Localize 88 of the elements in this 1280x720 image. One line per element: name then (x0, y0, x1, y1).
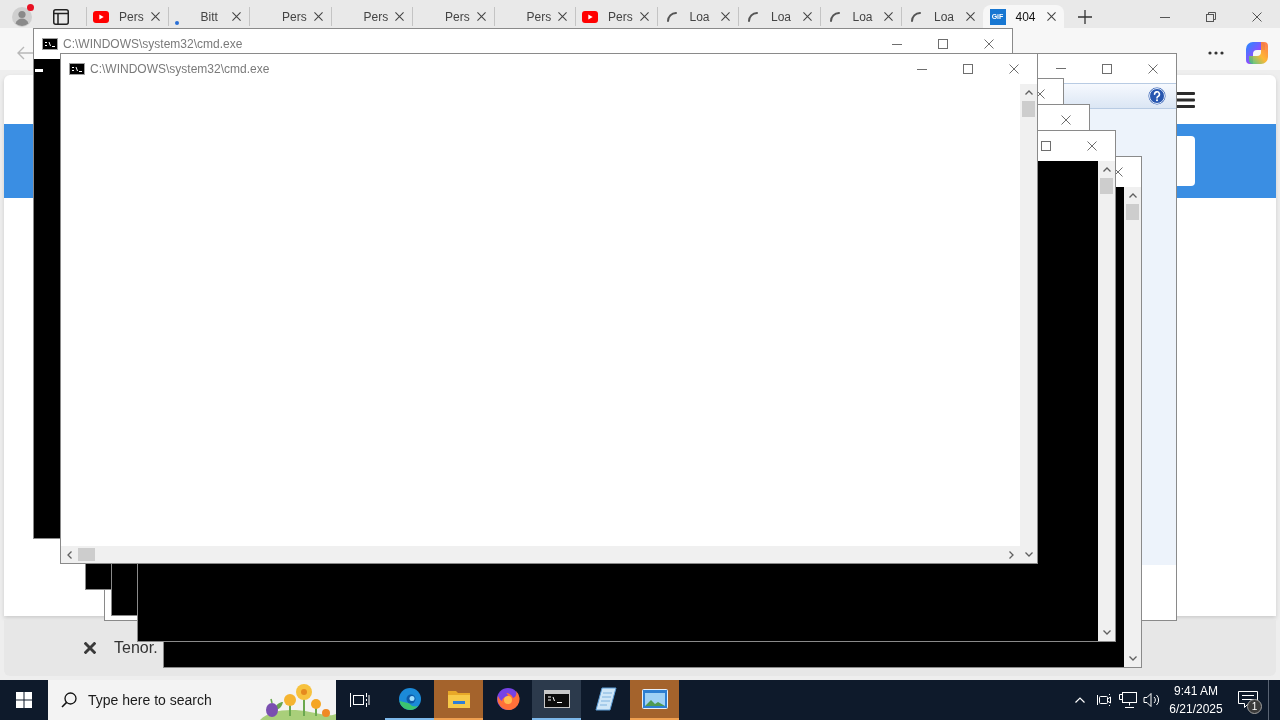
notepad-icon (594, 687, 617, 711)
scrollbar-thumb[interactable] (1100, 178, 1113, 194)
minimize-icon[interactable] (917, 68, 927, 70)
close-icon[interactable] (1087, 141, 1097, 151)
clock-time: 9:41 AM (1174, 683, 1218, 700)
spinner-icon (666, 11, 677, 22)
search-field[interactable]: Type here to search (48, 680, 336, 720)
close-icon[interactable] (150, 12, 160, 21)
speaker-icon[interactable] (1143, 692, 1161, 708)
console-icon (42, 38, 58, 50)
spinner-icon (829, 11, 840, 22)
vertical-scrollbar[interactable] (1098, 161, 1115, 641)
flame-globe-icon (495, 687, 520, 711)
close-icon[interactable] (558, 12, 567, 21)
close-icon[interactable] (965, 12, 975, 21)
maximize-icon[interactable] (938, 39, 948, 49)
browser-tab[interactable]: Pers (330, 5, 412, 28)
browser-tab[interactable]: Loa (656, 5, 738, 28)
spinner-icon (748, 11, 758, 22)
maximize-icon[interactable] (1102, 63, 1112, 74)
close-icon[interactable] (1009, 64, 1019, 74)
browser-tab[interactable]: Pers (575, 5, 657, 28)
browser-tab[interactable]: Pers (412, 5, 494, 28)
browser-tab[interactable]: Bitt (167, 5, 249, 28)
profile-avatar-icon[interactable] (12, 7, 32, 27)
network-icon[interactable] (1119, 692, 1137, 708)
swirl-browser-icon (397, 687, 422, 711)
close-icon[interactable] (232, 12, 241, 21)
close-icon[interactable] (313, 12, 323, 21)
clock-date: 6/21/2025 (1169, 701, 1223, 718)
windows-logo-icon[interactable] (16, 692, 32, 708)
close-icon[interactable] (476, 12, 486, 21)
browser-tab[interactable]: Loa (819, 5, 901, 28)
browser-tab[interactable]: Pers (249, 5, 331, 28)
browser-tab[interactable]: Pers (493, 5, 575, 28)
gradient-logo-icon[interactable] (1245, 41, 1269, 65)
minimize-icon[interactable] (892, 43, 902, 45)
notification-icon[interactable] (1238, 691, 1258, 709)
close-icon[interactable] (1047, 12, 1056, 21)
bottom-bar-text: Tenor. (114, 638, 158, 658)
more-icon[interactable] (1208, 51, 1224, 55)
close-icon[interactable] (721, 12, 730, 21)
browser-tab[interactable]: Pers (86, 5, 168, 28)
task-view-icon[interactable] (350, 692, 370, 708)
close-icon[interactable] (984, 39, 994, 49)
minimize-icon[interactable] (1160, 16, 1170, 18)
dot-icon (174, 20, 179, 25)
maximize-icon[interactable] (1041, 141, 1051, 151)
chevron-down-icon[interactable] (1024, 552, 1033, 557)
vertical-scrollbar[interactable] (1124, 187, 1141, 667)
chevron-down-icon[interactable] (1128, 656, 1137, 661)
camera-icon[interactable] (1096, 693, 1112, 707)
text-cursor (35, 69, 43, 72)
restore-icon[interactable] (1206, 12, 1216, 22)
browser-tab[interactable]: Loa (901, 5, 983, 28)
chevron-down-icon[interactable] (1102, 630, 1111, 635)
play-logo-icon (93, 10, 109, 23)
play-logo-icon (582, 10, 598, 23)
search-icon (61, 692, 77, 708)
scrollbar-thumb[interactable] (1022, 101, 1035, 117)
close-icon[interactable] (802, 12, 812, 21)
scrollbar-thumb[interactable] (1126, 204, 1139, 220)
close-icon[interactable] (1148, 63, 1158, 74)
chevron-left-icon[interactable] (67, 550, 72, 559)
help-icon[interactable] (1148, 87, 1166, 105)
close-icon[interactable] (1061, 115, 1071, 125)
close-icon[interactable] (1252, 12, 1262, 22)
close-icon[interactable] (639, 12, 649, 21)
picture-window-icon (641, 689, 668, 709)
taskbar-button[interactable] (532, 680, 581, 720)
spinner-icon (911, 11, 921, 22)
maximize-icon[interactable] (963, 64, 973, 74)
notification-badge: 1 (1247, 699, 1262, 714)
folder-icon (446, 689, 471, 709)
plus-icon[interactable] (1078, 10, 1092, 24)
horizontal-scrollbar[interactable] (61, 546, 1020, 563)
close-icon[interactable] (395, 12, 404, 21)
vertical-scrollbar[interactable] (1020, 84, 1037, 563)
tab-actions-icon[interactable] (53, 9, 69, 25)
close-icon[interactable] (884, 12, 893, 21)
console-icon (69, 63, 85, 75)
browser-tab[interactable]: Loa (738, 5, 820, 28)
terminal-icon (543, 690, 570, 708)
window-title: C:\WINDOWS\system32\cmd.exe (90, 61, 270, 78)
close-icon[interactable] (84, 642, 96, 654)
chevron-right-icon[interactable] (1009, 550, 1014, 559)
scrollbar-thumb[interactable] (78, 548, 95, 561)
window-title: C:\WINDOWS\system32\cmd.exe (63, 36, 243, 53)
